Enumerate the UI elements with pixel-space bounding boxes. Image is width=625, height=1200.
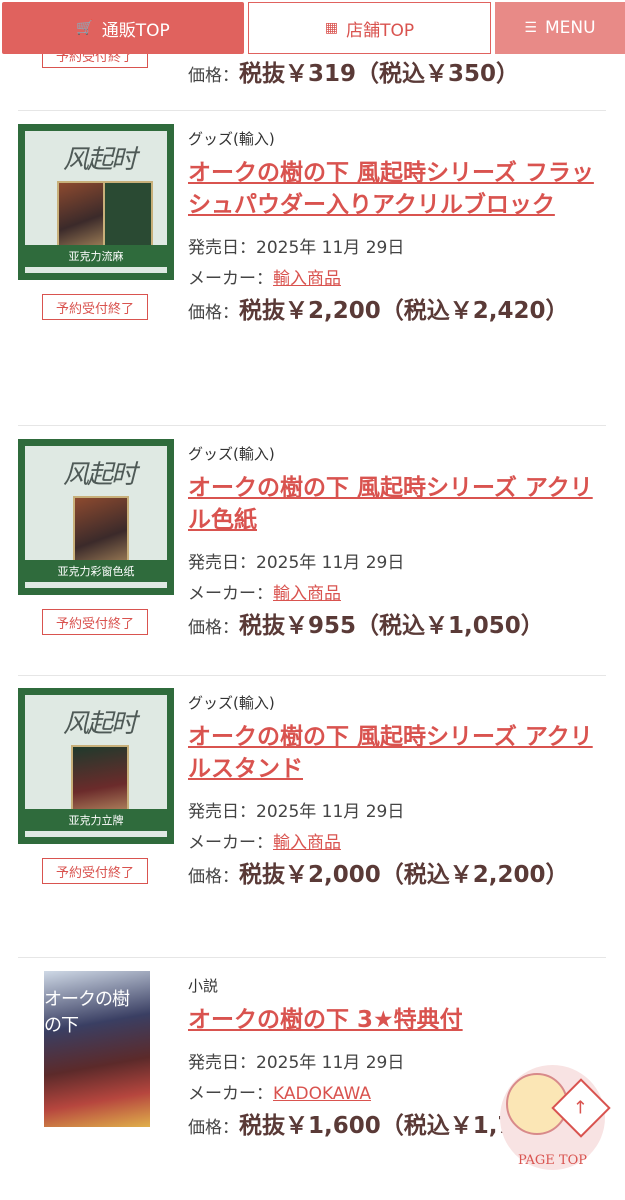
maker-label: メーカー： [188,584,273,604]
release-date-label: 発売日： [188,802,256,822]
product-thumbnail[interactable]: 风起时 亚克力立牌 [18,688,174,844]
price-label: 価格： [188,618,239,638]
price-value: 税抜￥2,200（税込￥2,420） [239,298,569,324]
maker: メーカー：輸入商品 [188,579,608,610]
price: 価格：税抜￥2,000（税込￥2,200） [188,859,608,893]
maker: メーカー：輸入商品 [188,264,608,295]
product-title-link[interactable]: オークの樹の下 風起時シリーズ アクリル色紙 [188,472,608,536]
reservation-closed-badge: 予約受付終了 [42,609,148,635]
product-category: グッズ(輸入) [188,445,275,463]
thumb-logo: 风起时 [63,709,137,739]
store-top-label: 店舗TOP [346,20,415,41]
product-category: グッズ(輸入) [188,130,275,148]
price: 価格：税抜￥955（税込￥1,050） [188,610,608,644]
maker-label: メーカー： [188,269,273,289]
price-value: 税抜￥955（税込￥1,050） [239,613,544,639]
maker-link[interactable]: 輸入商品 [273,584,341,604]
top-navigation: 🛒 通販TOP ▦ 店舗TOP ☰ MENU [0,0,625,58]
divider [18,675,606,676]
price: 価格：税抜￥2,200（税込￥2,420） [188,295,608,329]
price-label: 価格： [188,1118,239,1138]
release-date: 発売日：2025年 11月 29日 [188,548,608,579]
maker-label: メーカー： [188,1084,273,1104]
product-thumbnail[interactable]: 风起时 亚克力彩窗色纸 [18,439,174,595]
reservation-closed-badge: 予約受付終了 [42,294,148,320]
release-date: 発売日：2025年 11月 29日 [188,233,608,264]
maker: メーカー：輸入商品 [188,828,608,859]
product-title-link[interactable]: オークの樹の下 3★特典付 [188,1004,608,1036]
release-date-value: 2025年 11月 29日 [256,802,405,822]
maker-link[interactable]: 輸入商品 [273,833,341,853]
page-top-label: PAGE TOP [517,1153,588,1168]
product-category: 小説 [188,977,219,995]
mail-order-top-button[interactable]: 🛒 通販TOP [2,2,244,54]
reservation-closed-badge: 予約受付終了 [42,858,148,884]
book-cover-thumbnail[interactable]: オークの樹の下 [44,971,150,1127]
thumb-caption: 亚克力流麻 [25,245,167,267]
price-value: 税抜￥319（税込￥350） [239,61,520,87]
release-date-value: 2025年 11月 29日 [256,553,405,573]
page-top-button[interactable]: ↑ PAGE TOP [500,1065,611,1170]
maker-label: メーカー： [188,833,273,853]
maker-link[interactable]: 輸入商品 [273,269,341,289]
release-date-value: 2025年 11月 29日 [256,1053,405,1073]
menu-label: MENU [544,18,596,38]
menu-button[interactable]: ☰ MENU [495,2,625,54]
thumb-caption: 亚克力立牌 [25,809,167,831]
thumb-logo: 风起时 [63,460,137,490]
cart-icon: 🛒 [76,20,94,36]
thumb-logo: 风起时 [63,145,137,175]
store-icon: ▦ [324,20,339,36]
thumb-caption: 亚克力彩窗色纸 [25,560,167,582]
mail-order-top-label: 通販TOP [101,20,170,41]
product-title-link[interactable]: オークの樹の下 風起時シリーズ アクリルスタンド [188,721,608,785]
price-label: 価格： [188,303,239,323]
product-thumbnail[interactable]: 风起时 亚克力流麻 [18,124,174,280]
divider [18,957,606,958]
price: 価格：税抜￥319（税込￥350） [188,58,519,92]
divider [18,110,606,111]
release-date-value: 2025年 11月 29日 [256,238,405,258]
release-date-label: 発売日： [188,1053,256,1073]
price-label: 価格： [188,66,239,86]
product-title-link[interactable]: オークの樹の下 風起時シリーズ フラッシュパウダー入りアクリルブロック [188,157,608,221]
price-label: 価格： [188,867,239,887]
maker-link[interactable]: KADOKAWA [273,1084,371,1104]
release-date-label: 発売日： [188,553,256,573]
hamburger-icon: ☰ [524,20,537,36]
price-value: 税抜￥2,000（税込￥2,200） [239,862,569,888]
release-date: 発売日：2025年 11月 29日 [188,797,608,828]
book-cover-title: オークの樹の下 [44,989,130,1036]
divider [18,425,606,426]
product-category: グッズ(輸入) [188,694,275,712]
release-date-label: 発売日： [188,238,256,258]
store-top-button[interactable]: ▦ 店舗TOP [248,2,491,54]
